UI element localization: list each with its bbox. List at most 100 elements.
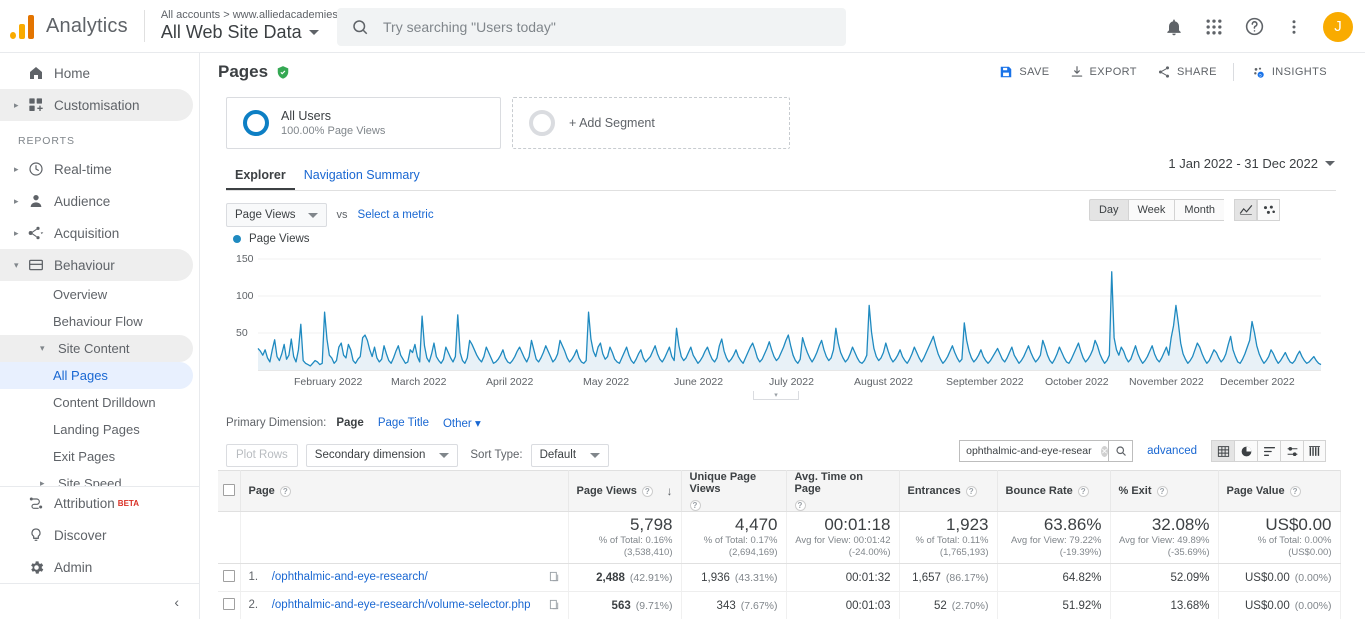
- page-link[interactable]: /ophthalmic-and-eye-research/: [272, 571, 428, 583]
- column-header-entrances[interactable]: Entrances?: [899, 471, 997, 512]
- date-range-picker[interactable]: 1 Jan 2022 - 31 Dec 2022: [1168, 156, 1335, 171]
- sort-type-value: Default: [540, 449, 576, 461]
- sidebar-collapse-button[interactable]: ‹: [0, 583, 199, 619]
- avatar[interactable]: J: [1323, 12, 1353, 42]
- table-row[interactable]: 2. /ophthalmic-and-eye-research/volume-s…: [218, 592, 1340, 619]
- help-icon[interactable]: ?: [1078, 486, 1089, 497]
- account-selector[interactable]: All accounts > www.alliedacademies.o… Al…: [161, 9, 358, 43]
- select-all-cell[interactable]: [218, 471, 240, 512]
- chevron-right-icon: ▸: [14, 228, 28, 239]
- metric-selector[interactable]: Page Views: [226, 203, 327, 227]
- sidebar-item-audience[interactable]: ▸ Audience: [0, 185, 193, 217]
- column-header-bounce-rate[interactable]: Bounce Rate?: [997, 471, 1110, 512]
- sidebar-item-site-content[interactable]: ▾ Site Content: [0, 335, 193, 362]
- column-header-page-value[interactable]: Page Value?: [1218, 471, 1340, 512]
- sidebar-item-exit-pages[interactable]: Exit Pages: [0, 443, 193, 470]
- clear-search-icon[interactable]: ✕: [1101, 446, 1108, 457]
- pivot-view-icon[interactable]: [1303, 440, 1326, 462]
- column-header-page[interactable]: Page?: [240, 471, 568, 512]
- share-button[interactable]: SHARE: [1147, 65, 1227, 79]
- save-button[interactable]: SAVE: [989, 65, 1059, 79]
- line-chart-icon[interactable]: [1234, 199, 1257, 221]
- pie-view-icon[interactable]: [1234, 440, 1257, 462]
- comparison-view-icon[interactable]: [1280, 440, 1303, 462]
- export-button[interactable]: EXPORT: [1060, 65, 1147, 79]
- view-name-row[interactable]: All Web Site Data: [161, 22, 358, 43]
- sidebar-item-realtime[interactable]: ▸ Real-time: [0, 153, 193, 185]
- column-header-unique-page-views[interactable]: Unique Page Views?: [681, 471, 786, 512]
- help-icon[interactable]: ?: [642, 486, 653, 497]
- sidebar-item-landing-pages[interactable]: Landing Pages: [0, 416, 193, 443]
- breadcrumb: All accounts > www.alliedacademies.o…: [161, 9, 358, 22]
- sidebar-item-behaviour-flow[interactable]: Behaviour Flow: [0, 308, 193, 335]
- column-header-avg-time-on-page[interactable]: Avg. Time on Page?: [786, 471, 899, 512]
- export-icon: [1070, 65, 1084, 79]
- sort-type-select[interactable]: Default: [531, 444, 609, 467]
- x-tick: November 2022: [1129, 376, 1204, 388]
- sidebar-item-overview[interactable]: Overview: [0, 281, 193, 308]
- help-icon[interactable]: ?: [1157, 486, 1168, 497]
- row-select-cell[interactable]: [218, 564, 240, 592]
- sidebar-item-home[interactable]: Home: [0, 57, 193, 89]
- sidebar-item-all-pages[interactable]: All Pages: [0, 362, 193, 389]
- help-icon[interactable]: ?: [966, 486, 977, 497]
- table-search-button[interactable]: [1109, 440, 1133, 462]
- granularity-day[interactable]: Day: [1089, 199, 1128, 221]
- add-segment-button[interactable]: + Add Segment: [512, 97, 790, 149]
- table-search-box[interactable]: ✕: [959, 440, 1109, 462]
- row-page-value: US$0.00(0.00%): [1218, 592, 1340, 619]
- insights-button[interactable]: 5 INSIGHTS: [1240, 64, 1337, 80]
- select-all-checkbox[interactable]: [223, 484, 235, 496]
- table-search-input[interactable]: [966, 445, 1101, 457]
- analytics-logo[interactable]: Analytics: [10, 13, 128, 39]
- row-bounce-rate: 51.92%: [997, 592, 1110, 619]
- table-row[interactable]: 1. /ophthalmic-and-eye-research/ 2,488(4…: [218, 564, 1340, 592]
- sidebar-item-attribution[interactable]: Attribution BETA: [0, 487, 193, 519]
- secondary-dimension-button[interactable]: Secondary dimension: [306, 444, 459, 467]
- tab-navigation-summary[interactable]: Navigation Summary: [295, 164, 429, 190]
- row-checkbox[interactable]: [223, 570, 235, 582]
- help-icon[interactable]: [1237, 10, 1271, 44]
- help-icon[interactable]: ?: [280, 486, 291, 497]
- sidebar-item-discover[interactable]: Discover: [0, 519, 193, 551]
- sidebar-item-behaviour[interactable]: ▾ Behaviour: [0, 249, 193, 281]
- granularity-week[interactable]: Week: [1128, 199, 1175, 221]
- advanced-link[interactable]: advanced: [1147, 445, 1197, 457]
- primary-dimension-other[interactable]: Other ▾: [443, 416, 481, 430]
- column-header-page-views[interactable]: Page Views?↓: [568, 471, 681, 512]
- row-select-cell[interactable]: [218, 592, 240, 619]
- behaviour-icon: [28, 257, 54, 273]
- more-vert-icon[interactable]: [1277, 10, 1311, 44]
- column-label: Bounce Rate: [1006, 485, 1073, 497]
- tab-explorer[interactable]: Explorer: [226, 164, 295, 190]
- sidebar-item-admin[interactable]: Admin: [0, 551, 193, 583]
- vs-label: vs: [337, 209, 348, 221]
- sidebar-item-content-drilldown[interactable]: Content Drilldown: [0, 389, 193, 416]
- column-header-exit-pct[interactable]: % Exit?: [1110, 471, 1218, 512]
- notifications-icon[interactable]: [1157, 10, 1191, 44]
- search-input[interactable]: [383, 19, 832, 35]
- sidebar-item-acquisition[interactable]: ▸ Acquisition: [0, 217, 193, 249]
- global-search[interactable]: [337, 8, 846, 46]
- help-icon[interactable]: ?: [1290, 486, 1301, 497]
- primary-dimension-page-title[interactable]: Page Title: [378, 417, 429, 429]
- granularity-month[interactable]: Month: [1174, 199, 1224, 221]
- plot-rows-button[interactable]: Plot Rows: [226, 444, 298, 467]
- help-icon[interactable]: ?: [795, 500, 806, 511]
- chart-resize-handle[interactable]: ▾: [226, 391, 1326, 400]
- open-external-icon[interactable]: [549, 599, 560, 613]
- row-checkbox[interactable]: [223, 598, 235, 610]
- scatter-chart-icon[interactable]: [1257, 199, 1280, 221]
- apps-grid-icon[interactable]: [1197, 10, 1231, 44]
- performance-view-icon[interactable]: [1257, 440, 1280, 462]
- open-external-icon[interactable]: [549, 571, 560, 585]
- segment-all-users[interactable]: All Users 100.00% Page Views: [226, 97, 501, 149]
- primary-dimension-page[interactable]: Page: [336, 417, 364, 429]
- select-metric-link[interactable]: Select a metric: [358, 209, 434, 221]
- page-link[interactable]: /ophthalmic-and-eye-research/volume-sele…: [272, 599, 531, 611]
- x-tick: July 2022: [769, 376, 814, 388]
- table-view-icon[interactable]: [1211, 440, 1234, 462]
- help-icon[interactable]: ?: [690, 500, 701, 511]
- sidebar-item-customisation[interactable]: ▸ Customisation: [0, 89, 193, 121]
- column-label: % Exit: [1119, 485, 1152, 497]
